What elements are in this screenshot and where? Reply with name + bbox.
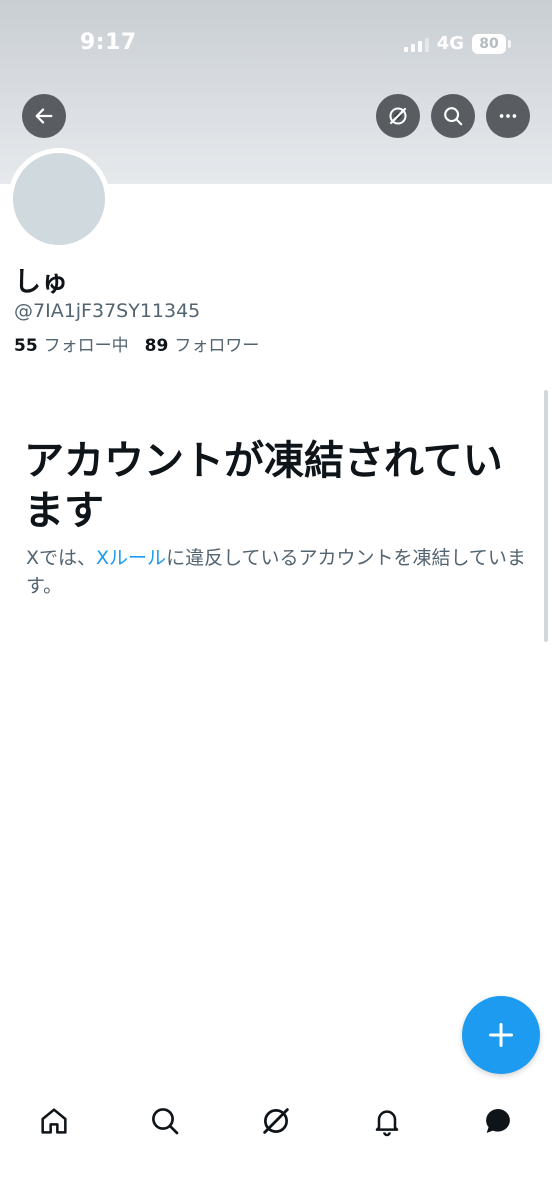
followers-label: フォロワー: [174, 336, 260, 356]
nav-notifications[interactable]: [359, 1093, 415, 1149]
status-indicators: 4G 80: [403, 33, 511, 54]
battery-level: 80: [479, 35, 499, 52]
network-type: 4G: [436, 33, 464, 54]
following-count: 55: [14, 336, 38, 356]
bottom-navigation: [0, 1086, 552, 1156]
avatar[interactable]: [8, 148, 110, 250]
nav-search[interactable]: [137, 1093, 193, 1149]
notifications-bell-icon: [375, 1110, 399, 1137]
search-icon: [152, 1108, 179, 1135]
suspended-title: アカウントが凍結されています: [24, 438, 503, 534]
nav-grok[interactable]: [248, 1093, 304, 1149]
following-label: フォロー中: [43, 336, 129, 356]
arrow-left-icon: [35, 108, 53, 124]
more-horizontal-icon: [499, 114, 517, 118]
user-handle: @7IA1jF37SY11345: [14, 300, 201, 322]
compose-button[interactable]: [462, 996, 540, 1074]
messages-icon: [486, 1108, 510, 1134]
nav-messages[interactable]: [470, 1093, 526, 1149]
x-rules-link[interactable]: Xルール: [96, 547, 166, 569]
follow-stats: 55 フォロー中 89 フォロワー: [14, 331, 259, 356]
suspended-description: Xでは、Xルールに違反しているアカウントを凍結しています。: [26, 544, 526, 600]
search-button[interactable]: [431, 94, 475, 138]
grok-icon: [263, 1108, 289, 1134]
grok-icon: [389, 107, 407, 125]
status-time: 9:17: [80, 30, 137, 55]
profile-page: 9:17 4G 80 しゅ @7IA1jF37SY11345 55 フォロー中 …: [0, 0, 552, 1200]
battery-icon: 80: [472, 33, 511, 54]
suspended-desc-prefix: Xでは、: [26, 547, 97, 569]
display-name: しゅ: [14, 267, 68, 298]
avatar-placeholder: [13, 153, 105, 245]
followers-link[interactable]: 89 フォロワー: [145, 331, 260, 356]
nav-home[interactable]: [26, 1093, 82, 1149]
scrollbar[interactable]: [544, 390, 548, 642]
back-button[interactable]: [22, 94, 66, 138]
search-icon: [444, 107, 463, 126]
followers-count: 89: [144, 336, 169, 356]
more-button[interactable]: [486, 94, 530, 138]
following-link[interactable]: 55 フォロー中: [14, 331, 129, 356]
grok-button[interactable]: [376, 94, 420, 138]
plus-icon: [488, 1022, 514, 1048]
cellular-signal-icon: [403, 36, 429, 52]
home-icon: [41, 1108, 67, 1134]
